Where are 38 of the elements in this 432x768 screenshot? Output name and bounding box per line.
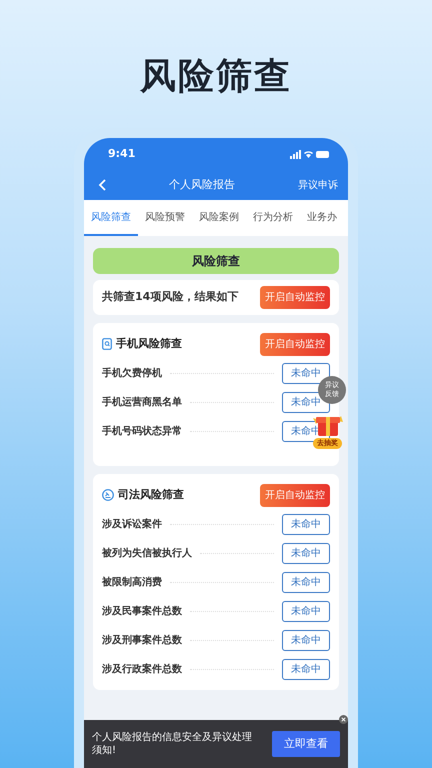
view-now-button[interactable]: 立即查看 bbox=[272, 731, 340, 757]
notice-text: 个人风险报告的信息安全及异议处理须知! bbox=[92, 731, 252, 757]
risk-item-label: 涉及行政案件总数 bbox=[102, 662, 182, 677]
section-banner: 风险筛查 bbox=[93, 248, 339, 274]
auto-monitor-button[interactable]: 开启自动监控 bbox=[260, 332, 330, 356]
section-title: 司法风险筛查 bbox=[118, 486, 184, 503]
phone-search-icon bbox=[102, 338, 112, 350]
auto-monitor-button[interactable]: 开启自动监控 bbox=[260, 484, 330, 506]
section-title: 手机风险筛查 bbox=[116, 336, 182, 352]
tab[interactable]: 行为分析 bbox=[246, 200, 300, 236]
risk-item-label: 被限制高消费 bbox=[102, 575, 162, 590]
tab[interactable]: 风险筛查 bbox=[84, 200, 138, 236]
risk-item-label: 涉及民事案件总数 bbox=[102, 604, 182, 619]
appeal-link[interactable]: 异议申诉 bbox=[298, 178, 338, 192]
risk-item-label: 涉及诉讼案件 bbox=[102, 517, 162, 532]
risk-item-label: 手机号码状态异常 bbox=[102, 424, 182, 439]
page-title: 个人风险报告 bbox=[168, 176, 236, 193]
summary-text: 共筛查14项风险，结果如下 bbox=[102, 289, 238, 306]
status-time: 9:41 bbox=[108, 146, 136, 162]
tab[interactable]: 业务办 bbox=[300, 200, 344, 236]
close-icon[interactable] bbox=[339, 715, 348, 724]
risk-item-label: 被列为失信被执行人 bbox=[102, 546, 192, 561]
tab[interactable]: 风险案例 bbox=[192, 200, 246, 236]
headline: 风险筛查 bbox=[138, 55, 293, 99]
tab[interactable]: 风险预警 bbox=[138, 200, 192, 236]
result-tag: 未命中 bbox=[282, 601, 330, 622]
risk-item-label: 涉及刑事案件总数 bbox=[102, 633, 182, 648]
auto-monitor-button[interactable]: 开启自动监控 bbox=[260, 286, 330, 309]
status-icons bbox=[290, 150, 330, 158]
result-tag: 未命中 bbox=[282, 572, 330, 593]
result-tag: 未命中 bbox=[282, 514, 330, 535]
result-tag: 未命中 bbox=[282, 630, 330, 651]
risk-item-label: 手机运营商黑名单 bbox=[102, 395, 182, 410]
gavel-circle-icon bbox=[102, 489, 114, 501]
result-tag: 未命中 bbox=[282, 543, 330, 564]
result-tag: 未命中 bbox=[282, 659, 330, 680]
back-icon[interactable] bbox=[98, 179, 106, 191]
risk-item-label: 手机欠费停机 bbox=[102, 366, 162, 381]
